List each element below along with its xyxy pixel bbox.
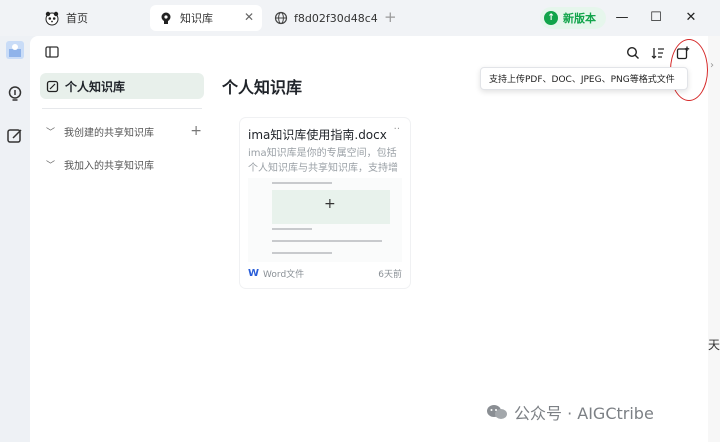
- preview-image: +: [272, 190, 390, 224]
- new-version-label: 新版本: [563, 12, 596, 25]
- sidebar-group-label: 我加入的共享知识库: [64, 160, 154, 172]
- add-icon[interactable]: +: [190, 123, 202, 139]
- wechat-icon: [486, 403, 508, 421]
- left-rail: [0, 36, 30, 442]
- sidebar-group-label: 我创建的共享知识库: [64, 127, 154, 139]
- chevron-down-icon: ﹀: [46, 160, 56, 171]
- book-icon: [46, 80, 59, 93]
- card-title: ima知识库使用指南.docx: [248, 128, 387, 142]
- chevron-down-icon: ﹀: [46, 127, 56, 138]
- title-bar: 首页 知识库 ✕ f8d02f30d48c407 + ↑ 新版本 — ☐ ✕: [0, 0, 720, 36]
- sidebar-item-label: 个人知识库: [65, 79, 126, 94]
- new-tab-button[interactable]: +: [384, 8, 397, 26]
- globe-icon: [274, 10, 288, 26]
- arrow-up-icon: ↑: [544, 11, 558, 25]
- tab-webpage[interactable]: f8d02f30d48c407: [266, 5, 378, 31]
- lightbulb-icon: [158, 10, 174, 26]
- sidebar-group-created[interactable]: ﹀ 我创建的共享知识库 +: [46, 121, 202, 141]
- divider: [42, 108, 202, 109]
- close-icon[interactable]: ✕: [244, 10, 254, 24]
- file-type: Word文件: [263, 269, 305, 280]
- sort-icon[interactable]: [649, 44, 667, 62]
- upload-tooltip: 支持上传PDF、DOC、JPEG、PNG等格式文件: [480, 67, 688, 90]
- lightbulb-nav-icon[interactable]: [5, 84, 25, 104]
- tab-knowledge-base-label: 知识库: [180, 12, 213, 25]
- sidebar-toggle-icon[interactable]: [44, 44, 60, 60]
- search-icon[interactable]: [624, 44, 642, 62]
- card-preview-thumbnail: +: [248, 178, 402, 262]
- word-icon: W: [248, 267, 260, 279]
- chevron-icon: ›: [710, 60, 714, 71]
- tab-home[interactable]: 首页: [36, 5, 144, 31]
- sidebar-group-joined[interactable]: ﹀ 我加入的共享知识库: [46, 154, 202, 174]
- document-card[interactable]: ima知识库使用指南.docx ·· ima知识库是你的专属空间，包括个人知识库…: [240, 118, 410, 288]
- plus-icon: +: [324, 196, 336, 212]
- content-area: 个人知识库 支持上传PDF、DOC、JPEG、PNG等格式文件 ima知识库使用…: [208, 36, 708, 442]
- page-title: 个人知识库: [222, 78, 303, 97]
- panda-icon: [44, 10, 60, 26]
- watermark: 公众号 · AIGCtribe: [486, 400, 654, 424]
- edge-text: 天: [708, 338, 720, 352]
- watermark-text: 公众号 · AIGCtribe: [514, 404, 654, 423]
- card-footer: W Word文件 6天前: [248, 266, 402, 280]
- modified-time: 6天前: [378, 269, 402, 280]
- edit-icon[interactable]: [5, 126, 25, 146]
- sidebar: 个人知识库 ﹀ 我创建的共享知识库 + ﹀ 我加入的共享知识库: [30, 36, 208, 442]
- close-window-button[interactable]: ✕: [683, 9, 699, 25]
- tab-knowledge-base[interactable]: 知识库 ✕: [150, 5, 262, 31]
- card-description: ima知识库是你的专属空间，包括个人知识库与共享知识库，支持增添...: [248, 148, 398, 174]
- tab-home-label: 首页: [66, 12, 88, 25]
- tab-webpage-label: f8d02f30d48c407: [294, 11, 378, 25]
- sidebar-item-personal-kb[interactable]: 个人知识库: [40, 73, 204, 99]
- new-version-button[interactable]: ↑ 新版本: [540, 7, 606, 29]
- avatar[interactable]: [5, 40, 25, 60]
- maximize-button[interactable]: ☐: [648, 9, 664, 25]
- main-window: 个人知识库 ﹀ 我创建的共享知识库 + ﹀ 我加入的共享知识库 个人知识库 支持…: [30, 36, 708, 442]
- adjacent-window-edge: › 天: [708, 36, 720, 442]
- minimize-button[interactable]: —: [614, 9, 630, 25]
- more-icon[interactable]: ··: [394, 124, 400, 135]
